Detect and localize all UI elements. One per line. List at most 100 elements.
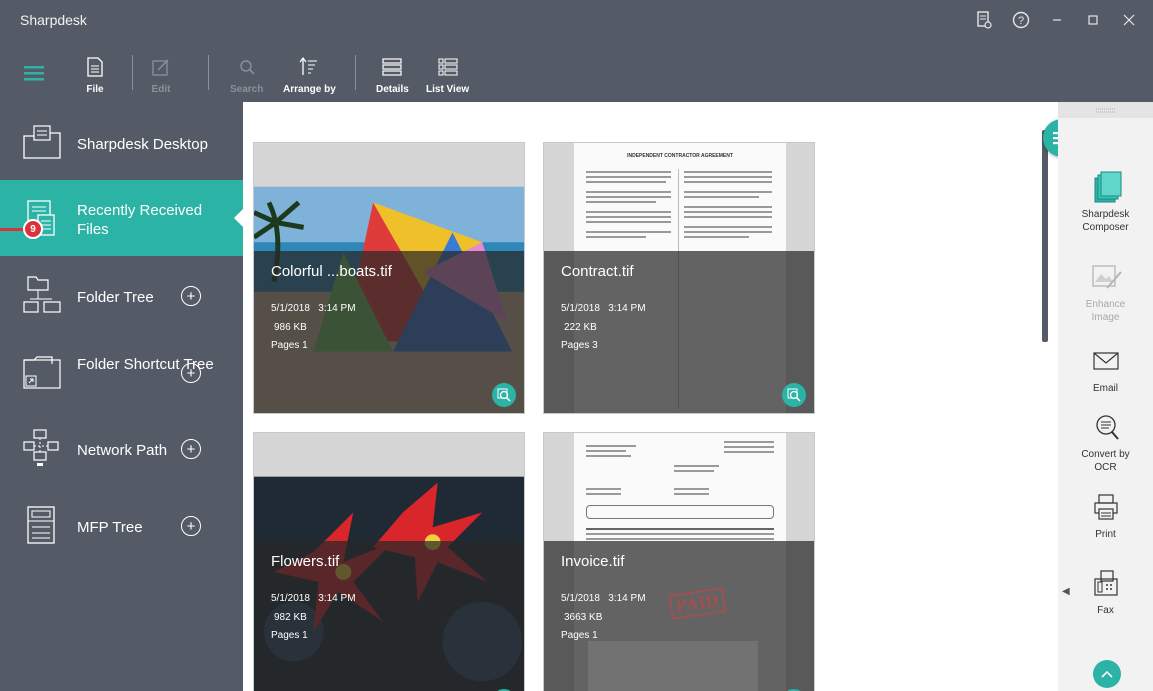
details-label: Details — [376, 84, 409, 95]
sidebar-item-network-path[interactable]: Network Path + — [0, 410, 243, 486]
file-date: 5/1/2018 3:14 PM — [561, 303, 646, 314]
edit-icon — [150, 56, 172, 78]
maximize-icon[interactable] — [1082, 9, 1104, 31]
arrange-by-button[interactable]: Arrange by — [283, 56, 336, 95]
add-icon[interactable]: + — [181, 363, 201, 383]
search-label: Search — [230, 84, 264, 95]
collapse-panel-arrow-icon[interactable]: ◀ — [1062, 586, 1070, 597]
enhance-image-label: Enhance Image — [1085, 299, 1126, 323]
file-date: 5/1/2018 3:14 PM — [271, 303, 356, 314]
email-label: Email — [1092, 383, 1118, 394]
add-icon[interactable]: + — [181, 439, 201, 459]
email-icon — [1089, 344, 1123, 378]
file-time: 3:14 PM — [318, 593, 356, 604]
file-info-overlay: Colorful ...boats.tif 5/1/2018 3:14 PM 9… — [254, 251, 524, 413]
file-size: 222 KB — [564, 322, 597, 333]
svg-text:?: ? — [1018, 15, 1024, 27]
zoom-icon — [497, 388, 511, 402]
edit-label: Edit — [151, 84, 171, 95]
composer-label: Sharpdesk Composer — [1081, 209, 1130, 233]
file-name: Colorful ...boats.tif — [271, 263, 392, 280]
preview-zoom-button[interactable] — [492, 383, 516, 407]
details-button[interactable]: Details — [376, 56, 409, 95]
sidebar-item-folder-shortcut-tree[interactable]: Folder Shortcut Tree + — [0, 334, 243, 410]
add-icon[interactable]: + — [181, 286, 201, 306]
sidebar-item-sharpdesk-desktop[interactable]: Sharpdesk Desktop — [0, 104, 243, 180]
panel-grip[interactable] — [1058, 102, 1153, 118]
file-pages: Pages 1 — [271, 630, 308, 641]
file-grid: Colorful ...boats.tif 5/1/2018 3:14 PM 9… — [243, 102, 1058, 691]
file-name: Invoice.tif — [561, 553, 625, 570]
folder-tree-icon — [23, 276, 61, 313]
fax-label: Fax — [1097, 605, 1114, 616]
scroll-to-top-button[interactable] — [1093, 660, 1121, 688]
network-icon — [23, 429, 59, 466]
sidebar-item-label: Sharpdesk Desktop — [77, 136, 208, 153]
file-date-value: 5/1/2018 — [561, 593, 600, 604]
sidebar-item-label: Recently Received Files — [77, 202, 203, 238]
file-time: 3:14 PM — [608, 593, 646, 604]
sort-icon — [298, 56, 320, 78]
help-icon[interactable]: ? — [1010, 9, 1032, 31]
file-info-overlay: Contract.tif 5/1/2018 3:14 PM 222 KB Pag… — [544, 251, 814, 413]
contract-heading: INDEPENDENT CONTRACTOR AGREEMENT — [627, 153, 733, 159]
file-size: 982 KB — [274, 612, 307, 623]
file-card-flowers[interactable]: Flowers.tif 5/1/2018 3:14 PM 982 KB Page… — [253, 432, 525, 691]
email-button[interactable]: Email — [1058, 344, 1153, 395]
file-pages: Pages 3 — [561, 340, 598, 351]
actions-panel: Sharpdesk Composer Enhance Image Email C… — [1058, 102, 1153, 691]
file-date-value: 5/1/2018 — [561, 303, 600, 314]
toolbar: File Edit Search Arrange by Details List… — [0, 40, 1153, 102]
file-icon — [84, 56, 106, 78]
add-icon[interactable]: + — [181, 516, 201, 536]
file-pages: Pages 1 — [271, 340, 308, 351]
convert-ocr-button[interactable]: Convert by OCR — [1058, 410, 1153, 474]
sidebar-item-label: Folder Tree — [77, 289, 154, 306]
badge-indicator-line — [0, 228, 25, 231]
file-card-contract[interactable]: INDEPENDENT CONTRACTOR AGREEMENT Contrac… — [543, 142, 815, 414]
folder-shortcut-icon — [23, 356, 61, 389]
file-time: 3:14 PM — [318, 303, 356, 314]
arrange-by-label: Arrange by — [283, 84, 336, 95]
ocr-icon — [1089, 410, 1123, 444]
app-title: Sharpdesk — [20, 12, 87, 28]
fax-button[interactable]: Fax — [1058, 566, 1153, 617]
toolbar-divider — [132, 55, 133, 90]
file-card-invoice[interactable]: Invoice.tif 5/1/2018 3:14 PM 3663 KB Pag… — [543, 432, 815, 691]
file-card-colorful-boats[interactable]: Colorful ...boats.tif 5/1/2018 3:14 PM 9… — [253, 142, 525, 414]
file-size: 986 KB — [274, 322, 307, 333]
hamburger-menu-button[interactable] — [23, 62, 45, 90]
composer-icon — [1089, 170, 1123, 204]
sidebar-item-recently-received-files[interactable]: 9 Recently Received Files — [0, 180, 243, 256]
file-size: 3663 KB — [564, 612, 603, 623]
minimize-icon[interactable] — [1046, 9, 1068, 31]
content-scrollbar[interactable] — [1042, 130, 1048, 342]
enhance-image-icon — [1089, 260, 1123, 294]
title-bar: Sharpdesk ? — [0, 0, 1153, 40]
list-view-button[interactable]: List View — [426, 56, 469, 95]
toolbar-divider — [355, 55, 356, 90]
toolbar-divider — [208, 55, 209, 90]
print-button[interactable]: Print — [1058, 490, 1153, 541]
preview-zoom-button[interactable] — [782, 383, 806, 407]
sharpdesk-composer-button[interactable]: Sharpdesk Composer — [1058, 170, 1153, 234]
close-icon[interactable] — [1118, 9, 1140, 31]
file-label: File — [86, 84, 104, 95]
sidebar-item-folder-tree[interactable]: Folder Tree + — [0, 257, 243, 333]
edit-button[interactable]: Edit — [150, 56, 172, 95]
new-files-badge: 9 — [23, 219, 43, 239]
file-date: 5/1/2018 3:14 PM — [561, 593, 646, 604]
fax-icon — [1089, 566, 1123, 600]
document-settings-icon[interactable] — [973, 9, 995, 31]
enhance-image-button[interactable]: Enhance Image — [1058, 260, 1153, 324]
chevron-up-icon — [1101, 670, 1113, 678]
list-view-icon — [437, 56, 459, 78]
details-icon — [381, 56, 403, 78]
print-label: Print — [1095, 529, 1116, 540]
sidebar-item-mfp-tree[interactable]: MFP Tree + — [0, 487, 243, 563]
file-button[interactable]: File — [84, 56, 106, 95]
sidebar-item-label: MFP Tree — [77, 519, 143, 536]
search-icon — [236, 56, 258, 78]
search-button[interactable]: Search — [230, 56, 263, 95]
sidebar: Sharpdesk Desktop 9 Recently Received Fi… — [0, 102, 243, 691]
